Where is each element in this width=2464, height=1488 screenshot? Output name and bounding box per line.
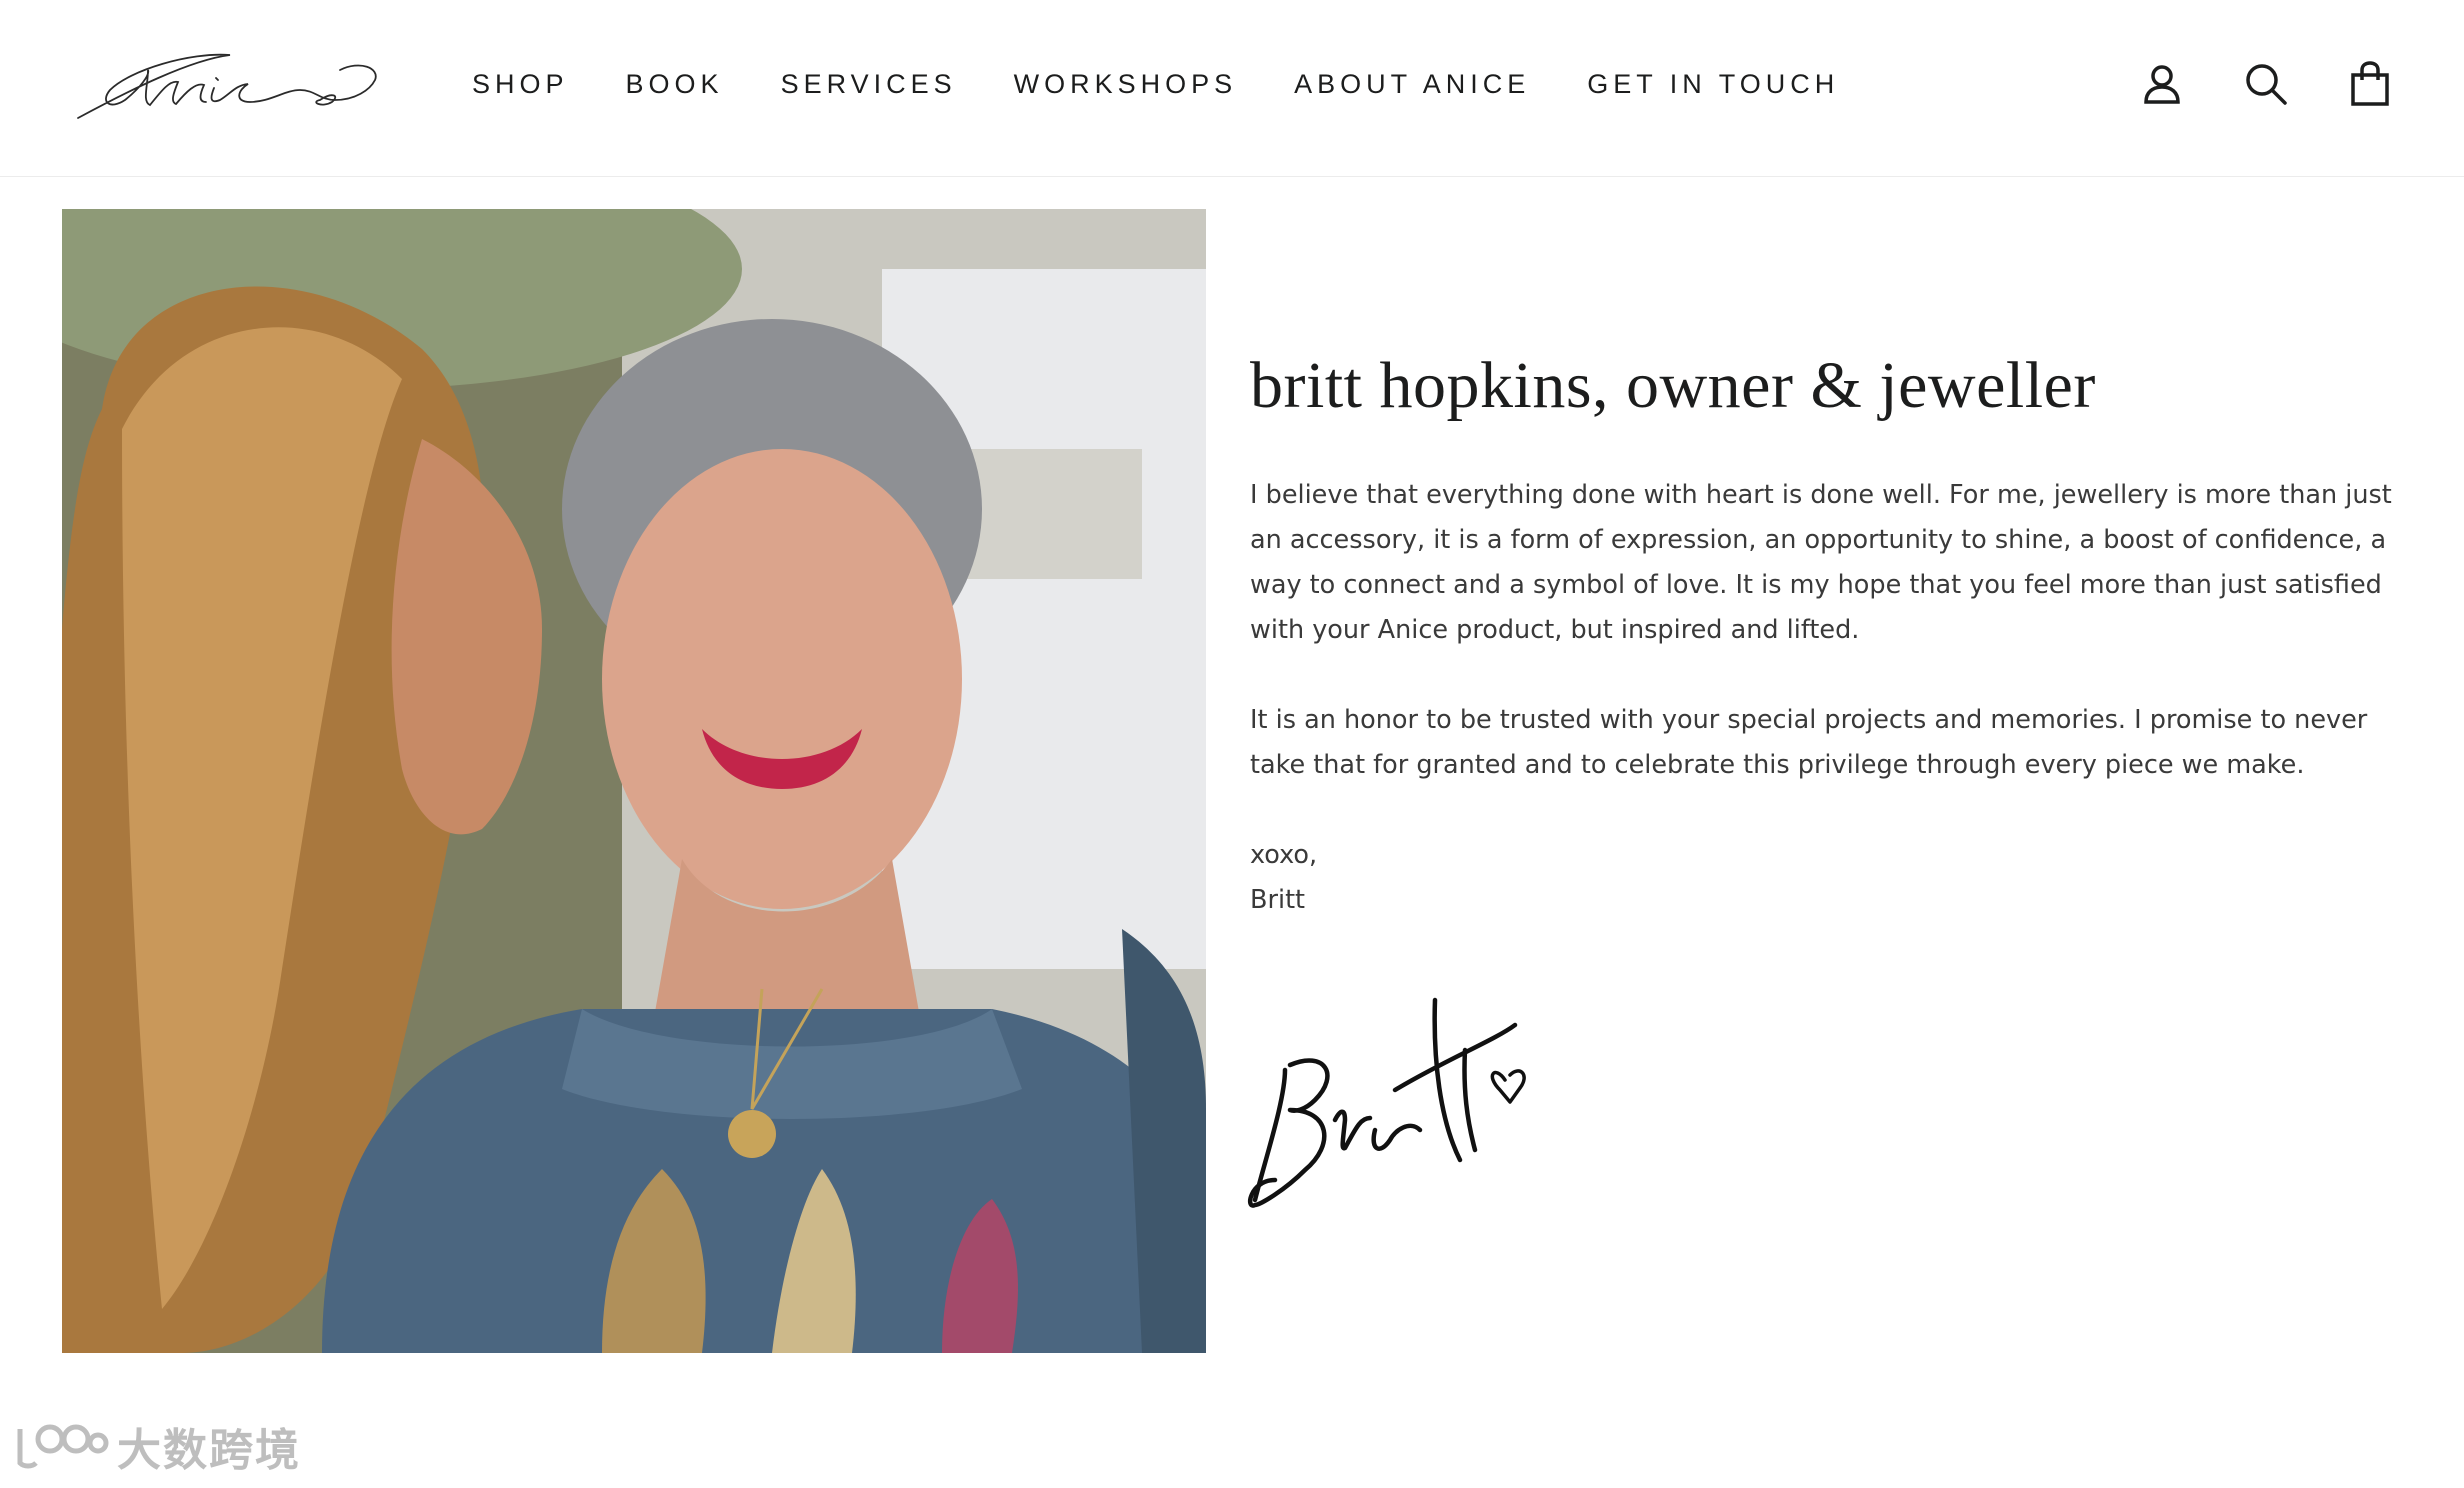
signoff-line-1: xoxo, [1250,839,1318,870]
nav-book[interactable]: BOOK [626,69,724,100]
owner-photo [62,209,1206,1353]
bio-title: britt hopkins, owner & jeweller [1250,349,2096,422]
handwritten-signature: Britt [1245,980,1545,1230]
nav-workshops[interactable]: WORKSHOPS [1014,69,1238,100]
signoff-line-2: Britt [1250,884,1306,915]
nav-about-anice[interactable]: ABOUT ANICE [1294,69,1530,100]
bio-paragraph-2: It is an honor to be trusted with your s… [1250,704,2368,780]
watermark: 大数跨境 [14,1418,301,1476]
nav-get-in-touch[interactable]: GET IN TOUCH [1587,69,1839,100]
bio-paragraph-1: I believe that everything done with hear… [1250,479,2392,645]
header-icons [2084,56,2396,112]
nav-shop[interactable]: SHOP [472,69,569,100]
site-header: Anice SHOP BOOK SERVICES WORKSHOPS ABOUT… [0,0,2464,177]
watermark-logo-icon [17,1424,109,1469]
bio-signoff: xoxo, Britt [1250,833,2410,923]
logo-script-mark [77,53,377,119]
cart-icon[interactable] [2344,58,2396,110]
search-icon[interactable] [2240,58,2292,110]
nav-services[interactable]: SERVICES [781,69,957,100]
owner-bio: britt hopkins, owner & jeweller I believ… [1250,349,2410,923]
watermark-text: 大数跨境 [117,1425,301,1476]
account-icon[interactable] [2136,58,2188,110]
main-nav: SHOP BOOK SERVICES WORKSHOPS ABOUT ANICE… [472,62,1896,106]
brand-logo[interactable]: Anice [70,30,420,130]
